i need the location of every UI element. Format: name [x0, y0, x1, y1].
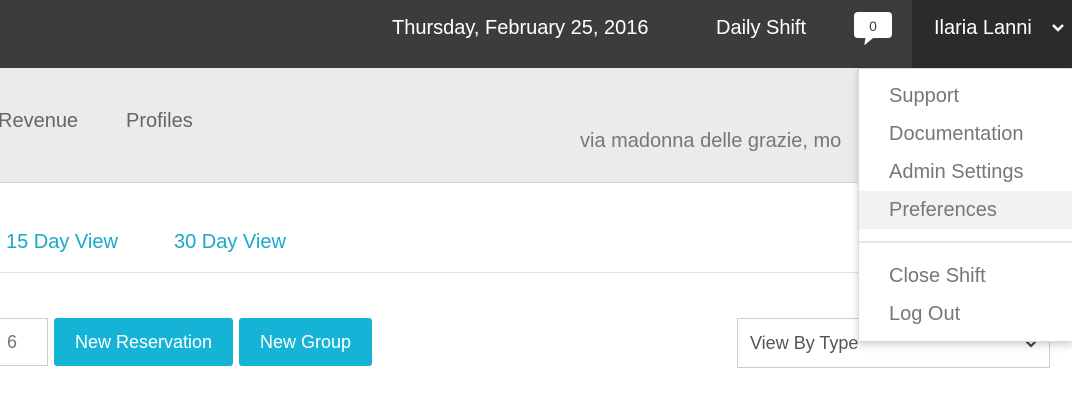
menu-item-documentation[interactable]: Documentation: [859, 115, 1072, 153]
user-name: Ilaria Lanni: [934, 17, 1032, 39]
user-menu-button[interactable]: Ilaria Lanni: [912, 0, 1072, 68]
view-by-value: View By Type: [750, 333, 859, 353]
top-bar: Thursday, February 25, 2016 Daily Shift …: [0, 0, 1072, 68]
view-30-day-link[interactable]: 30 Day View: [174, 231, 286, 254]
nav-item-profiles[interactable]: Profiles: [126, 110, 193, 133]
menu-item-support[interactable]: Support: [859, 77, 1072, 115]
shift-label[interactable]: Daily Shift: [716, 0, 806, 56]
menu-item-preferences[interactable]: Preferences: [859, 191, 1072, 229]
number-input[interactable]: [0, 318, 48, 366]
notification-count: 0: [869, 18, 877, 34]
new-reservation-button[interactable]: New Reservation: [54, 318, 233, 366]
current-date: Thursday, February 25, 2016: [392, 17, 649, 39]
property-address: via madonna delle grazie, mo: [580, 130, 842, 152]
menu-item-log-out[interactable]: Log Out: [859, 295, 1072, 333]
user-dropdown-menu: Support Documentation Admin Settings Pre…: [858, 68, 1072, 342]
nav-item-revenue[interactable]: Revenue: [0, 110, 78, 133]
view-15-day-link[interactable]: 15 Day View: [6, 231, 118, 254]
new-group-button[interactable]: New Group: [239, 318, 372, 366]
menu-divider: [859, 241, 1072, 243]
menu-item-close-shift[interactable]: Close Shift: [859, 257, 1072, 295]
menu-item-admin-settings[interactable]: Admin Settings: [859, 153, 1072, 191]
chevron-down-icon: [1052, 24, 1064, 32]
notifications-button[interactable]: 0: [853, 11, 893, 46]
